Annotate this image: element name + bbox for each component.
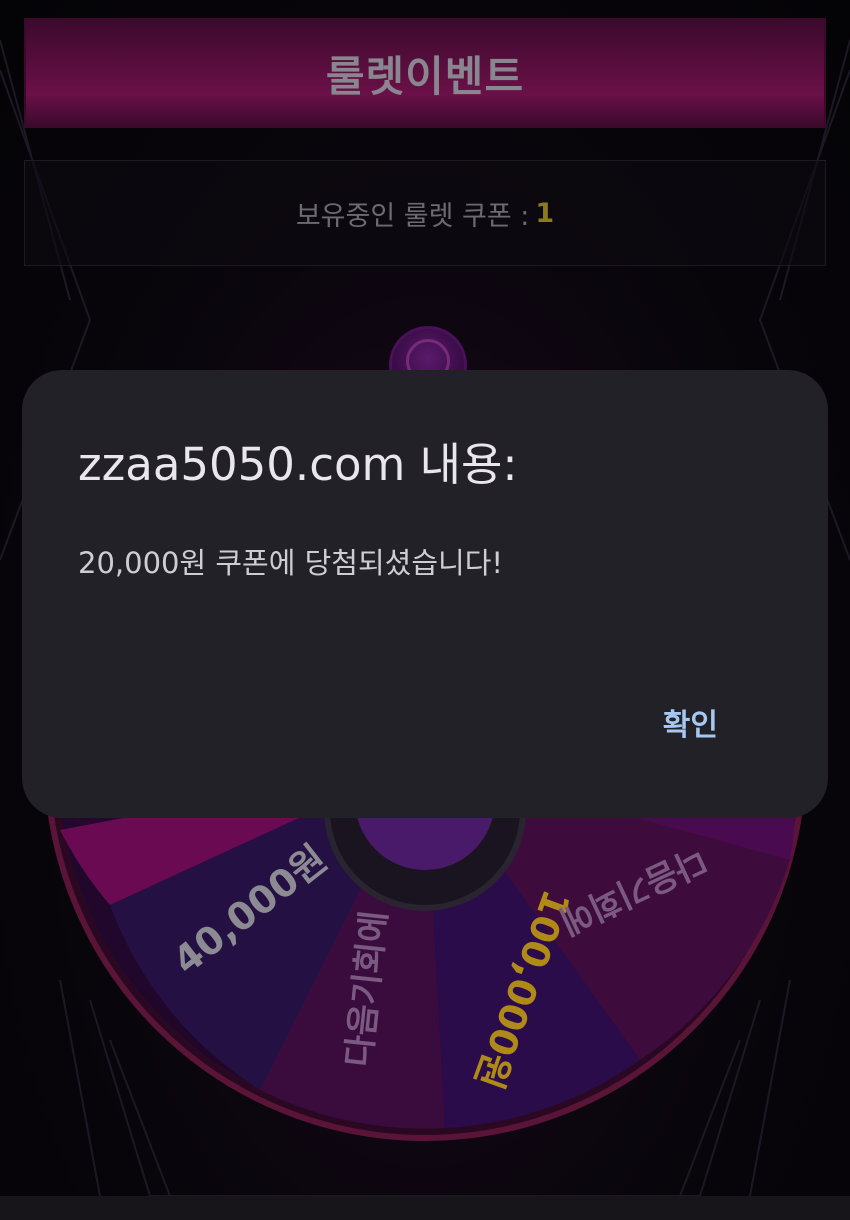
bottom-bar: [0, 1196, 850, 1220]
roulette-event-page: 룰렛이벤트 보유중인 룰렛 쿠폰 : 1 40,000원 다음기회에 100,0…: [0, 0, 850, 1220]
dialog-title: zzaa5050.com 내용:: [78, 438, 518, 491]
ok-button[interactable]: 확인: [663, 700, 718, 744]
alert-dialog: zzaa5050.com 내용: 20,000원 쿠폰에 당첨되셨습니다! 확인: [22, 370, 828, 818]
dialog-message: 20,000원 쿠폰에 당첨되셨습니다!: [78, 546, 504, 580]
